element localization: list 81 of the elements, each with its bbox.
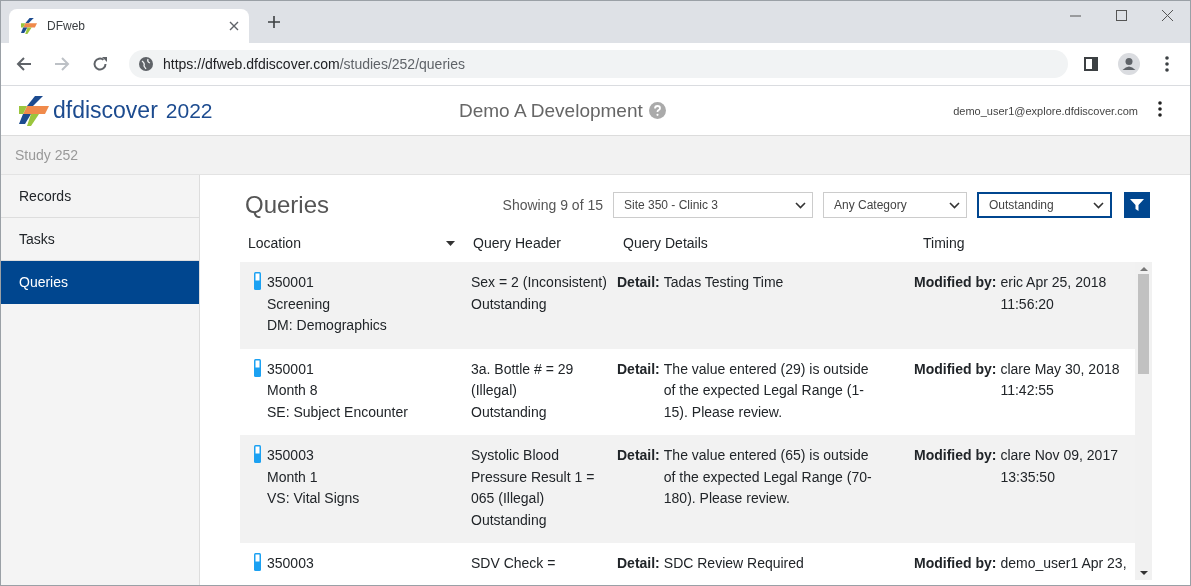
query-row[interactable] bbox=[240, 435, 1135, 543]
result-count: Showing 9 of 15 bbox=[502, 197, 603, 213]
detail-text: The value entered (29) is outside of the expected Legal Range (1-15). Please review. bbox=[663, 359, 870, 422]
query-header-text: Systolic Blood Pressure Result 1 = 065 (Illegal) bbox=[471, 446, 596, 508]
location-text: 350001 bbox=[267, 273, 315, 292]
url-text: https://dfweb.dfdiscover.com/studies/252/queries bbox=[163, 56, 465, 72]
query-row[interactable]: 350001 Screening DM: Demographics Sex = 2 (Inconsistent) Outstanding Detail: Tadas Testing Time Modified by: eric Apr 25, 2018 11:56:20 bbox=[240, 262, 1135, 349]
side-panel-icon[interactable] bbox=[1084, 57, 1098, 71]
user-email[interactable]: demo_user1@explore.dfdiscover.com bbox=[953, 104, 1138, 117]
timing-text: eric Apr 25, 2018 11:56:20 bbox=[1000, 273, 1108, 314]
query-header-text: 3a. Bottle # = 29 (Illegal) bbox=[471, 359, 575, 400]
chevron-down-icon bbox=[949, 201, 960, 209]
page-title: Queries bbox=[245, 191, 330, 219]
query-header-text: SDV Check = bbox=[471, 554, 557, 573]
query-status-icon bbox=[254, 358, 261, 377]
scroll-up-icon[interactable] bbox=[1139, 266, 1148, 272]
chevron-down-icon bbox=[1093, 201, 1104, 209]
plus-icon bbox=[267, 15, 281, 29]
timing-text: clare May 30, 2018 11:42:55 bbox=[1000, 359, 1121, 400]
query-header-text: Sex = 2 (Inconsistent) bbox=[471, 273, 608, 292]
logo-icon bbox=[21, 18, 37, 34]
globe-icon bbox=[139, 57, 153, 71]
detail-text: Tadas Testing Time bbox=[663, 273, 785, 292]
location-text: Screening bbox=[267, 294, 332, 314]
tab-title: DFweb bbox=[47, 19, 86, 33]
reload-icon[interactable] bbox=[92, 56, 108, 72]
sort-caret-icon[interactable] bbox=[446, 240, 455, 246]
detail-label: Detail: bbox=[617, 273, 660, 292]
timing-text: clare Nov 09, 2017 13:35:50 bbox=[1000, 446, 1119, 487]
filter-button[interactable] bbox=[1124, 192, 1150, 218]
column-header[interactable]: Timing bbox=[923, 235, 965, 251]
timing-label: Modified by: bbox=[914, 273, 997, 292]
query-header-text: Outstanding bbox=[471, 402, 548, 422]
column-header[interactable]: Query Details bbox=[623, 235, 708, 251]
sidebar-item[interactable]: Queries bbox=[1, 261, 199, 304]
filter-icon bbox=[1130, 198, 1144, 212]
back-icon[interactable] bbox=[16, 56, 32, 72]
more-menu-icon[interactable] bbox=[1158, 100, 1162, 117]
query-status-icon bbox=[254, 445, 261, 463]
browser-tab[interactable]: DFweb bbox=[9, 9, 249, 43]
filter-dropdown[interactable]: Any Category bbox=[823, 192, 967, 218]
logo-icon bbox=[19, 95, 49, 126]
detail-label: Detail: bbox=[617, 359, 660, 379]
location-text: VS: Vital Signs bbox=[267, 489, 360, 508]
scroll-down-icon[interactable] bbox=[1139, 570, 1148, 576]
location-text: 350003 bbox=[267, 446, 315, 465]
query-row[interactable]: 350003 SDV Check = Detail: SDC Review Required Modified by: demo_user1 Apr 23, bbox=[240, 543, 1135, 580]
more-menu-icon[interactable] bbox=[1165, 56, 1169, 72]
timing-label: Modified by: bbox=[914, 359, 997, 379]
detail-label: Detail: bbox=[617, 554, 660, 573]
detail-text: SDC Review Required bbox=[663, 554, 805, 573]
filter-dropdown[interactable]: Site 350 - Clinic 3 bbox=[613, 192, 813, 218]
column-header[interactable]: Query Header bbox=[473, 235, 561, 251]
query-status-icon bbox=[254, 553, 261, 571]
close-icon[interactable] bbox=[1161, 10, 1173, 21]
timing-text: demo_user1 Apr 23, bbox=[1000, 554, 1128, 573]
location-text: 350003 bbox=[267, 554, 314, 573]
query-header-text: Outstanding bbox=[471, 510, 548, 530]
maximize-icon[interactable] bbox=[1115, 10, 1127, 21]
detail-label: Detail: bbox=[617, 446, 660, 465]
scrollbar[interactable] bbox=[1135, 262, 1152, 580]
timing-label: Modified by: bbox=[914, 446, 997, 465]
address-bar[interactable]: https://dfweb.dfdiscover.com/studies/252/queries bbox=[129, 50, 1068, 78]
study-title: Demo A Development bbox=[459, 99, 643, 122]
location-text: DM: Demographics bbox=[267, 316, 387, 335]
column-header[interactable]: Location bbox=[248, 235, 301, 251]
chevron-down-icon bbox=[795, 201, 806, 209]
scroll-thumb[interactable] bbox=[1138, 274, 1149, 374]
logo-text: dfdiscover bbox=[53, 97, 158, 124]
location-text: Month 8 bbox=[267, 381, 319, 400]
query-status-icon bbox=[254, 272, 261, 290]
filter-dropdown[interactable]: Outstanding bbox=[977, 192, 1112, 218]
profile-icon[interactable] bbox=[1118, 53, 1140, 75]
close-icon[interactable] bbox=[229, 21, 239, 31]
detail-text: The value entered (65) is outside of the expected Legal Range (70-180). Please review. bbox=[663, 446, 873, 508]
timing-label: Modified by: bbox=[914, 554, 997, 573]
location-text: 350001 bbox=[267, 359, 315, 379]
query-header-text: Outstanding bbox=[471, 294, 548, 314]
logo-year: 2022 bbox=[165, 98, 213, 123]
location-text: SE: Subject Encounter bbox=[267, 402, 408, 422]
location-text: Month 1 bbox=[267, 467, 319, 487]
